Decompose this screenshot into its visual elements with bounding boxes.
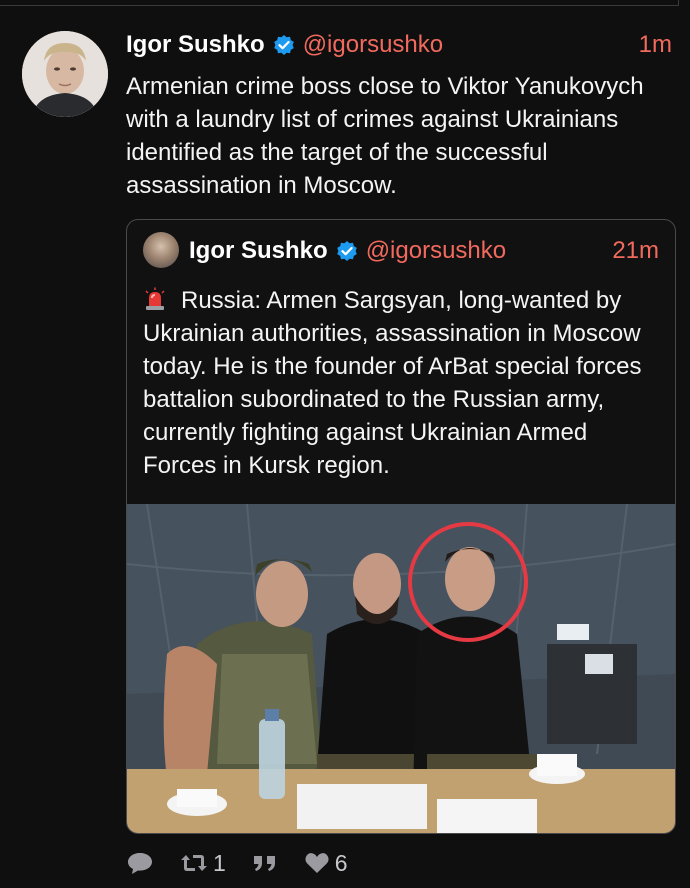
avatar-photo <box>22 31 108 117</box>
tweet-text: Armenian crime boss close to Viktor Yanu… <box>126 73 644 199</box>
tweet-view: Igor Sushko @igorsushko 1m Armenian crim… <box>0 0 690 888</box>
quote-icon <box>253 856 275 871</box>
quote-button[interactable] <box>252 852 278 874</box>
attached-photo[interactable] <box>127 504 675 833</box>
heart-icon <box>305 853 329 873</box>
author-handle[interactable]: @igorsushko <box>303 31 443 59</box>
quoted-avatar <box>143 232 179 268</box>
quoted-timestamp: 21m <box>612 237 659 264</box>
quoted-author-handle: @igorsushko <box>365 237 507 264</box>
quoted-text-block: Russia: Armen Sargsyan, long-wanted by U… <box>143 284 663 482</box>
quoted-author-name: Igor Sushko <box>189 237 328 264</box>
retweet-count: 1 <box>213 849 226 876</box>
quoted-text: Russia: Armen Sargsyan, long-wanted by U… <box>143 287 642 479</box>
tweet-header: Igor Sushko @igorsushko 1m <box>126 28 672 62</box>
tweet-actions: 1 6 <box>126 846 374 880</box>
reply-button[interactable] <box>126 850 154 876</box>
quoted-tweet[interactable]: Igor Sushko @igorsushko 21m Russia: Arme… <box>126 219 676 834</box>
verified-badge-icon <box>273 35 294 55</box>
avatar[interactable] <box>22 31 108 117</box>
timestamp[interactable]: 1m <box>639 31 672 59</box>
author-name[interactable]: Igor Sushko <box>126 31 265 59</box>
reply-icon <box>128 853 152 874</box>
like-button[interactable]: 6 <box>304 850 348 877</box>
verified-badge-icon <box>336 241 357 261</box>
quoted-header: Igor Sushko @igorsushko 21m <box>189 234 659 268</box>
like-count: 6 <box>334 849 348 876</box>
siren-icon <box>145 287 165 310</box>
retweet-button[interactable]: 1 <box>180 850 226 877</box>
divider <box>0 0 679 6</box>
retweet-icon <box>181 855 207 871</box>
photo-image <box>127 504 675 833</box>
